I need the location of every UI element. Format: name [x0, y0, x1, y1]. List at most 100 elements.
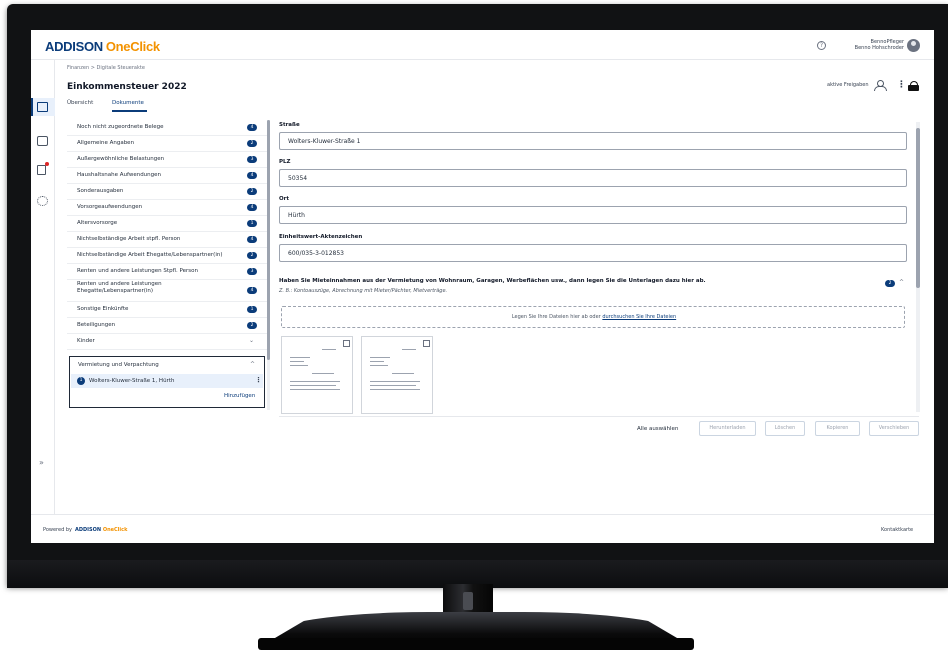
- einheitswert-label: Einheitswert-Aktenzeichen: [279, 234, 363, 240]
- category-label: Allgemeine Angaben: [77, 140, 135, 146]
- category-item[interactable]: Renten und andere Leistungen Ehegatte/Le…: [67, 280, 267, 302]
- category-label: Renten und andere Leistungen Stpfl. Pers…: [77, 268, 198, 274]
- doc-preview-line: [290, 385, 336, 386]
- category-item[interactable]: Renten und andere Leistungen Stpfl. Pers…: [67, 264, 267, 280]
- category-label: Sonderausgaben: [77, 188, 124, 194]
- category-item[interactable]: Vorsorgeaufwendungen 4: [67, 200, 267, 216]
- form-scrollbar[interactable]: [916, 122, 920, 412]
- share-users-icon[interactable]: [874, 80, 887, 91]
- einheitswert-input[interactable]: 600/035-3-012853: [279, 244, 907, 262]
- doc-preview-line: [370, 361, 384, 362]
- select-checkbox[interactable]: [343, 340, 350, 347]
- move-button[interactable]: Verschieben: [869, 421, 919, 436]
- select-checkbox[interactable]: [423, 340, 430, 347]
- doc-preview-line: [290, 357, 310, 358]
- delete-button[interactable]: Löschen: [765, 421, 805, 436]
- property-item[interactable]: 1 Wolters-Kluwer-Straße 1, Hürth ⋮: [71, 374, 263, 388]
- top-bar: ADDISON OneClick ? BennoPfleger Benno Hoh…: [31, 30, 934, 60]
- count-badge: 1: [247, 220, 257, 227]
- brand-logo[interactable]: ADDISON OneClick: [45, 39, 160, 54]
- doc-preview-line: [290, 381, 340, 382]
- upload-hint: Z. B.: Kontoauszüge, Abrechnung mit Miet…: [279, 288, 448, 294]
- category-item[interactable]: Sonstige Einkünfte 1: [67, 302, 267, 318]
- footer-logo[interactable]: ADDISON OneClick: [75, 527, 127, 533]
- doc-preview-line: [370, 381, 420, 382]
- count-badge: 2: [247, 322, 257, 329]
- left-rail: »: [31, 60, 55, 514]
- powered-by: Powered by ADDISON OneClick: [43, 527, 127, 533]
- user-menu[interactable]: BennoPfleger Benno Hohschroder: [839, 39, 904, 51]
- property-address: Wolters-Kluwer-Straße 1, Hürth: [89, 378, 175, 384]
- select-all-link[interactable]: Alle auswählen: [637, 426, 678, 432]
- plz-input[interactable]: 50354: [279, 169, 907, 187]
- scene: ADDISON OneClick ? BennoPfleger Benno Hoh…: [0, 0, 948, 652]
- category-item[interactable]: Kinder ⌄: [67, 334, 267, 350]
- doc-preview-line: [402, 349, 416, 350]
- document-icon[interactable]: [37, 165, 46, 175]
- upload-question: Haben Sie Mieteinnahmen aus der Vermietu…: [279, 278, 706, 284]
- browse-files-link[interactable]: durchsuchen Sie Ihre Dateien: [602, 314, 676, 320]
- page-title: Einkommensteuer 2022: [67, 82, 187, 92]
- category-item[interactable]: Noch nicht zugeordnete Belege 4: [67, 120, 267, 136]
- more-options-icon[interactable]: ⋮: [897, 80, 906, 90]
- property-number: 1: [77, 377, 85, 385]
- category-item[interactable]: Nichtselbständige Arbeit Ehegatte/Lebens…: [67, 248, 267, 264]
- street-value: Wolters-Kluwer-Straße 1: [288, 138, 361, 145]
- count-badge: 3: [247, 268, 257, 275]
- chart-icon[interactable]: [37, 102, 48, 112]
- footer-logo-b: OneClick: [102, 527, 128, 533]
- category-item[interactable]: Sonderausgaben 2: [67, 184, 267, 200]
- breadcrumb[interactable]: Finanzen > Digitale Steuerakte: [67, 65, 145, 71]
- dropzone-text: Legen Sie Ihre Dateien hier ab oder durc…: [282, 314, 906, 320]
- plz-label: PLZ: [279, 159, 291, 165]
- count-badge: 4: [247, 124, 257, 131]
- category-label: Sonstige Einkünfte: [77, 306, 129, 312]
- gear-icon[interactable]: [37, 196, 48, 206]
- document-thumbnail[interactable]: [281, 336, 353, 414]
- category-item[interactable]: Beteiligungen 2: [67, 318, 267, 334]
- tab-documents[interactable]: Dokumente: [112, 100, 144, 106]
- count-badge: 2: [247, 140, 257, 147]
- doc-preview-line: [370, 389, 420, 390]
- app-screen: ADDISON OneClick ? BennoPfleger Benno Hoh…: [31, 30, 934, 543]
- street-input[interactable]: Wolters-Kluwer-Straße 1: [279, 132, 907, 150]
- category-item[interactable]: Allgemeine Angaben 2: [67, 136, 267, 152]
- copy-button[interactable]: Kopieren: [815, 421, 860, 436]
- download-button[interactable]: Herunterladen: [699, 421, 756, 436]
- ort-input[interactable]: Hürth: [279, 206, 907, 224]
- lock-icon[interactable]: [908, 81, 919, 91]
- add-property-link[interactable]: Hinzufügen: [224, 393, 255, 399]
- file-dropzone[interactable]: Legen Sie Ihre Dateien hier ab oder durc…: [281, 306, 905, 328]
- category-item[interactable]: Altersvorsorge 1: [67, 216, 267, 232]
- avatar[interactable]: [907, 39, 920, 52]
- chevron-up-icon[interactable]: ^: [250, 361, 255, 368]
- doc-preview-line: [370, 357, 390, 358]
- category-label: Vorsorgeaufwendungen: [77, 204, 143, 210]
- footer-logo-a: ADDISON: [74, 527, 102, 533]
- expand-rail-icon[interactable]: »: [39, 458, 44, 467]
- street-label: Straße: [279, 122, 300, 128]
- category-item[interactable]: Nichtselbständige Arbeit stpfl. Person 4: [67, 232, 267, 248]
- property-menu-icon[interactable]: ⋮: [255, 376, 262, 384]
- ort-value: Hürth: [288, 212, 305, 219]
- help-icon[interactable]: ?: [817, 41, 826, 50]
- category-item[interactable]: Haushaltsnahe Aufwendungen 4: [67, 168, 267, 184]
- tab-overview[interactable]: Übersicht: [67, 100, 93, 106]
- vermietung-title[interactable]: Vermietung und Verpachtung: [78, 362, 159, 368]
- count-badge: 4: [247, 287, 257, 294]
- doc-preview-line: [290, 389, 340, 390]
- category-label: Außergewöhnliche Belastungen: [77, 156, 165, 162]
- doc-preview-line: [370, 365, 388, 366]
- document-thumbnail[interactable]: [361, 336, 433, 414]
- category-item[interactable]: Außergewöhnliche Belastungen 3: [67, 152, 267, 168]
- count-badge: 2: [247, 252, 257, 259]
- category-scrollbar[interactable]: [267, 120, 270, 410]
- chevron-up-icon[interactable]: ^: [899, 279, 904, 286]
- footer: Powered by ADDISON OneClick Kontaktkarte: [31, 514, 934, 543]
- doc-preview-line: [312, 373, 334, 374]
- upload-count-badge: 2: [885, 280, 895, 287]
- contact-card-link[interactable]: Kontaktkarte: [881, 527, 913, 533]
- category-label: Haushaltsnahe Aufwendungen: [77, 172, 162, 178]
- chat-icon[interactable]: [37, 136, 48, 146]
- monitor-stand-base: [258, 638, 694, 650]
